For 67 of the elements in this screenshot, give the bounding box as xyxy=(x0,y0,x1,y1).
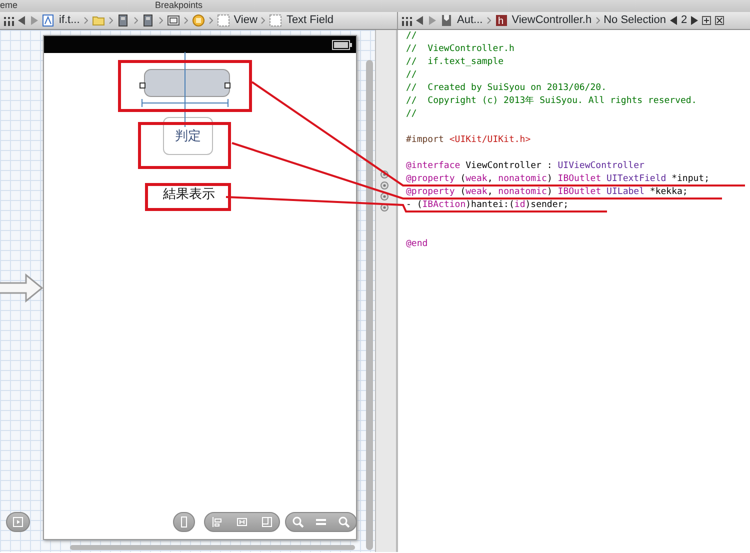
resize-icon[interactable] xyxy=(260,516,273,528)
grid-icon[interactable] xyxy=(402,16,412,26)
code-line: @property (weak, nonatomic) IBOutlet UILabel *kekka; xyxy=(406,186,688,199)
align-left-icon[interactable] xyxy=(211,516,224,528)
pin-icon[interactable] xyxy=(236,516,248,528)
breadcrumb-item[interactable]: View xyxy=(234,12,258,29)
code-line: // xyxy=(406,108,417,121)
code-line: // xyxy=(406,30,417,43)
counter-label: 2 xyxy=(680,13,688,28)
zoom-fit-icon[interactable] xyxy=(314,516,327,528)
next-arrow-icon[interactable] xyxy=(691,16,698,25)
zoom-in-icon[interactable] xyxy=(338,516,350,528)
text-field[interactable] xyxy=(144,69,230,97)
connection-dot-icon[interactable] xyxy=(380,192,389,201)
play-icon[interactable] xyxy=(12,516,24,528)
project-icon[interactable] xyxy=(42,14,55,27)
connection-dot-icon[interactable] xyxy=(380,181,389,190)
file-icon[interactable] xyxy=(142,14,155,27)
breadcrumb-item[interactable]: ViewController.h xyxy=(512,12,592,29)
chevron-icon xyxy=(158,17,163,24)
code-line: // Copyright (c) 2013年 SuiSyou. All rights reserved. xyxy=(406,95,697,108)
battery-icon xyxy=(332,40,352,50)
forward-arrow-icon[interactable] xyxy=(428,16,436,25)
phone-icon[interactable] xyxy=(178,516,190,528)
chevron-icon xyxy=(84,17,88,24)
tab-label[interactable]: eme xyxy=(0,0,18,11)
breadcrumb-item[interactable]: if.t... xyxy=(59,12,80,29)
tab-label[interactable]: Breakpoints xyxy=(155,0,203,11)
code-line: // ViewController.h xyxy=(406,43,514,56)
scene-icon[interactable] xyxy=(166,14,180,27)
document-icon[interactable] xyxy=(440,14,453,27)
breadcrumb-item[interactable]: Text Field xyxy=(286,12,334,29)
folder-icon[interactable] xyxy=(92,14,105,27)
header-file-icon[interactable]: h xyxy=(494,14,508,27)
breadcrumb-item[interactable]: Aut... xyxy=(457,12,483,29)
judge-button[interactable]: 判定 xyxy=(163,117,213,155)
chevron-icon xyxy=(134,17,138,24)
code-line: // Created by SuiSyou on 2013/06/20. xyxy=(406,82,606,95)
zoom-out-icon[interactable] xyxy=(292,516,304,528)
file-icon[interactable] xyxy=(116,14,130,27)
result-label: 結果表示 xyxy=(162,186,216,202)
chevron-icon xyxy=(486,17,491,24)
grid-icon[interactable] xyxy=(4,16,14,26)
code-line: @interface ViewController : UIViewController xyxy=(406,160,644,173)
breadcrumb-item[interactable]: No Selection xyxy=(604,12,666,29)
forward-arrow-icon[interactable] xyxy=(30,16,38,25)
chevron-icon xyxy=(208,17,213,24)
chevron-icon xyxy=(184,17,188,24)
code-line: // if.text_sample xyxy=(406,56,504,69)
code-line: // xyxy=(406,69,417,82)
controller-icon[interactable] xyxy=(192,14,205,27)
back-arrow-icon[interactable] xyxy=(18,16,26,25)
code-line: - (IBAction)hantei:(id)sender; xyxy=(406,199,569,212)
close-icon[interactable] xyxy=(715,16,724,25)
scrollbar[interactable] xyxy=(366,60,373,550)
back-arrow-icon[interactable] xyxy=(416,16,424,25)
chevron-icon xyxy=(261,17,266,24)
view-icon[interactable] xyxy=(269,14,282,27)
code-line: #import <UIKit/UIKit.h> xyxy=(406,134,531,147)
previous-arrow-icon[interactable] xyxy=(670,16,677,25)
chevron-icon xyxy=(596,17,600,24)
code-line: @property (weak, nonatomic) IBOutlet UITextField *input; xyxy=(406,173,710,186)
view-icon[interactable] xyxy=(216,14,230,27)
add-icon[interactable] xyxy=(702,16,712,25)
scrollbar[interactable] xyxy=(70,545,355,550)
chevron-icon xyxy=(108,17,113,24)
code-line: @end xyxy=(406,238,428,251)
